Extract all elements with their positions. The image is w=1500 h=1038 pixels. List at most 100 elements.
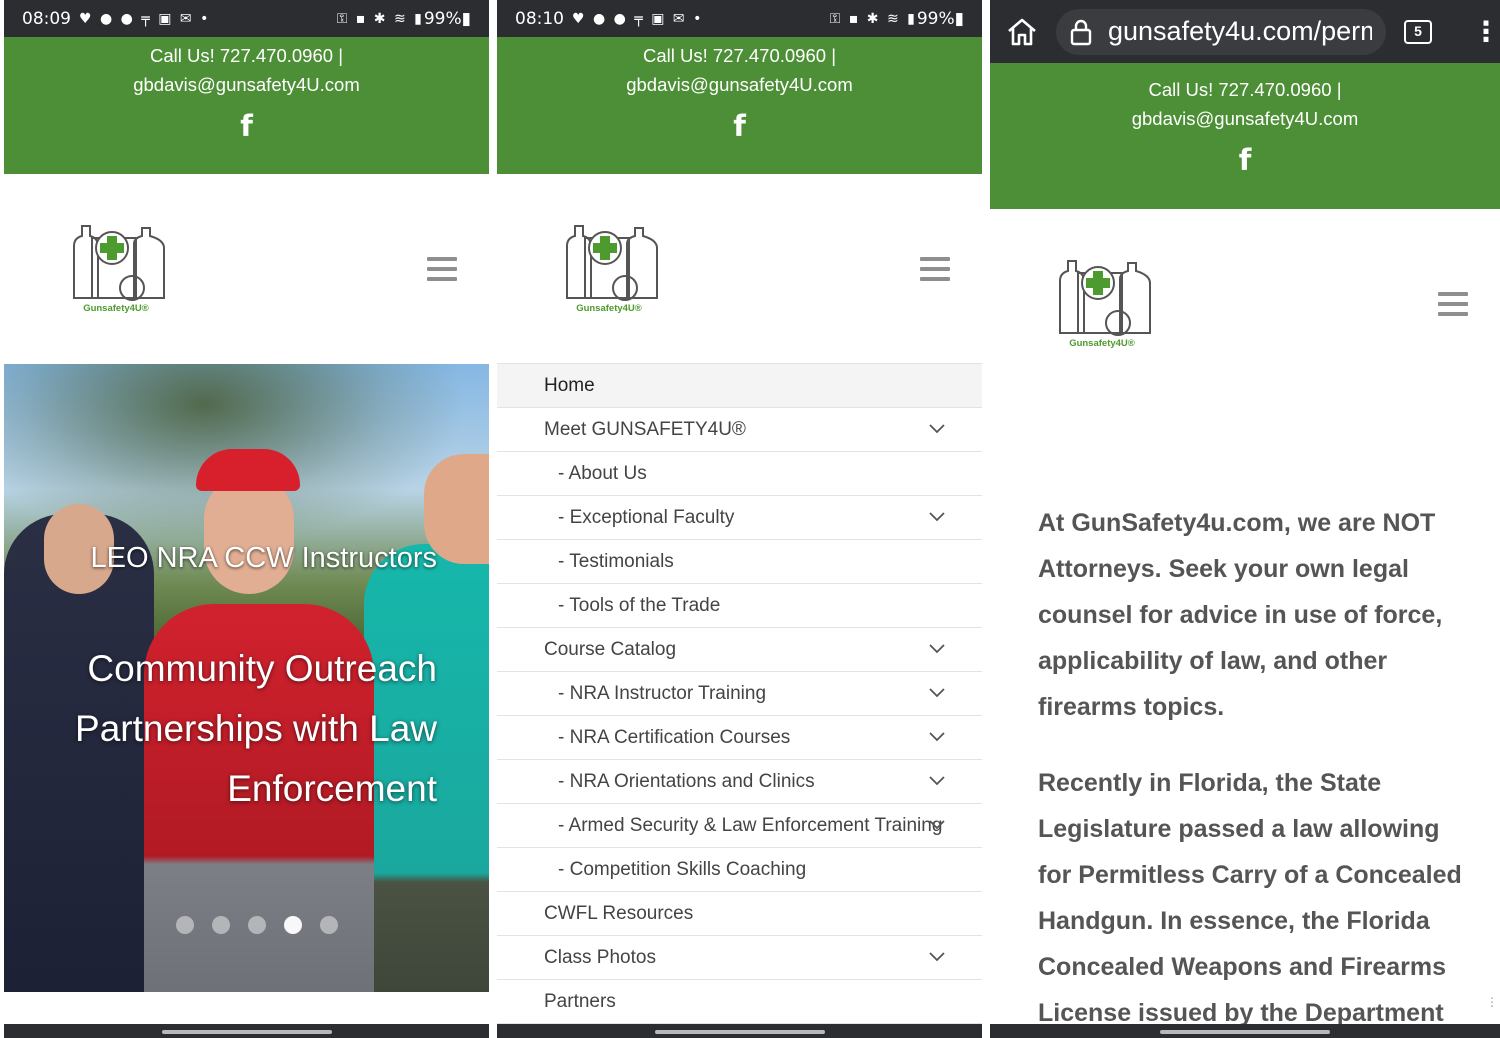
logo-text: Gunsafety4U® — [576, 303, 642, 314]
hamburger-menu-icon[interactable] — [427, 257, 457, 281]
email-link[interactable]: gbdavis@gunsafety4U.com — [990, 104, 1500, 133]
phone-link[interactable]: Call Us! 727.470.0960 | — [4, 41, 489, 70]
menu-item[interactable]: Home — [497, 364, 982, 408]
phone-link[interactable]: Call Us! 727.470.0960 | — [990, 75, 1500, 104]
menu-item-label: - Exceptional Faculty — [558, 507, 735, 528]
menu-item-label: Class Photos — [544, 947, 656, 968]
menu-item[interactable]: - NRA Instructor Training — [497, 672, 982, 716]
email-link[interactable]: gbdavis@gunsafety4U.com — [4, 70, 489, 99]
battery-level: 99%▮ — [423, 8, 471, 29]
more-options-icon[interactable]: ⋮ — [1472, 15, 1500, 48]
system-icons: ⚿ ▪ ✱ ≋ ▮ — [829, 10, 917, 27]
scroll-handle[interactable]: ⋮ — [1486, 995, 1498, 1009]
notification-icons: ♥ ● ● ╤ ▣ ✉ • — [572, 10, 704, 27]
menu-item[interactable]: - Testimonials — [497, 540, 982, 584]
article-paragraph: Recently in Florida, the State Legislatu… — [1038, 769, 1462, 1027]
menu-item-label: - Testimonials — [558, 551, 674, 572]
facebook-icon[interactable]: f — [1239, 146, 1252, 175]
mobile-nav-menu: Home Meet GUNSAFETY4U® - About Us - Excepti… — [497, 363, 982, 1024]
menu-item-label: - NRA Certification Courses — [558, 727, 791, 748]
menu-item-label: - Armed Security & Law Enforcement Train… — [558, 815, 943, 836]
slider-dot[interactable] — [212, 916, 230, 934]
menu-item-label: - Tools of the Trade — [558, 595, 721, 616]
hamburger-menu-icon[interactable] — [1438, 292, 1468, 316]
system-icons: ⚿ ▪ ✱ ≋ ▮ — [336, 10, 424, 27]
logo-text: Gunsafety4U® — [1069, 338, 1135, 349]
menu-item[interactable]: Class Photos — [497, 936, 982, 980]
menu-item[interactable]: - NRA Orientations and Clinics — [497, 760, 982, 804]
logo-mark-icon — [1059, 260, 1151, 336]
facebook-icon[interactable]: f — [733, 112, 746, 141]
hero-title: Community Outreach Partnerships with Law… — [75, 648, 437, 809]
menu-item-label: - NRA Instructor Training — [558, 683, 767, 704]
site-header: Gunsafety4U® — [990, 209, 1500, 399]
hero-slider[interactable]: LEO NRA CCW Instructors Community Outrea… — [4, 364, 489, 992]
battery-level: 99%▮ — [916, 8, 964, 29]
article-paragraph: At GunSafety4u.com, we are NOT Attorneys… — [1038, 509, 1443, 721]
gesture-bar — [497, 1024, 982, 1038]
status-bar: 08:09 ♥ ● ● ╤ ▣ ✉ • ⚿ ▪ ✱ ≋ ▮ 99%▮ — [4, 0, 489, 37]
screenshot-panel-menu: 08:10 ♥ ● ● ╤ ▣ ✉ • ⚿ ▪ ✱ ≋ ▮ 99%▮ Call … — [497, 0, 982, 1038]
chevron-down-icon[interactable] — [928, 950, 946, 962]
notification-icons: ♥ ● ● ╤ ▣ ✉ • — [79, 10, 211, 27]
contact-header: Call Us! 727.470.0960 | gbdavis@gunsafet… — [4, 37, 489, 174]
site-header: Gunsafety4U® — [497, 174, 982, 364]
menu-item[interactable]: - Exceptional Faculty — [497, 496, 982, 540]
lock-icon — [1070, 19, 1092, 45]
menu-item[interactable]: - Tools of the Trade — [497, 584, 982, 628]
article-body: At GunSafety4u.com, we are NOT Attorneys… — [1038, 500, 1468, 1036]
menu-item-label: Partners — [544, 991, 616, 1012]
menu-item[interactable]: CWFL Resources — [497, 892, 982, 936]
status-bar: 08:10 ♥ ● ● ╤ ▣ ✉ • ⚿ ▪ ✱ ≋ ▮ 99%▮ — [497, 0, 982, 37]
menu-item[interactable]: Partners — [497, 980, 982, 1024]
screenshot-panel-article: gunsafety4u.com/perm 5 ⋮ Call Us! 727.47… — [990, 0, 1500, 1038]
chevron-down-icon[interactable] — [928, 422, 946, 434]
address-bar[interactable]: gunsafety4u.com/perm — [1056, 8, 1386, 55]
menu-item-label: - About Us — [558, 463, 647, 484]
url-text: gunsafety4u.com/perm — [1108, 16, 1372, 46]
chevron-down-icon[interactable] — [928, 642, 946, 654]
home-icon[interactable] — [1004, 14, 1040, 50]
gesture-bar — [990, 1024, 1500, 1038]
menu-item[interactable]: Meet GUNSAFETY4U® — [497, 408, 982, 452]
menu-item-label: - Competition Skills Coaching — [558, 859, 807, 880]
menu-item[interactable]: - NRA Certification Courses — [497, 716, 982, 760]
slider-dot[interactable] — [284, 916, 302, 934]
menu-item[interactable]: Course Catalog — [497, 628, 982, 672]
phone-link[interactable]: Call Us! 727.470.0960 | — [497, 41, 982, 70]
email-link[interactable]: gbdavis@gunsafety4U.com — [497, 70, 982, 99]
site-header: Gunsafety4U® — [4, 174, 489, 364]
site-logo[interactable]: Gunsafety4U® — [62, 218, 172, 314]
screenshot-panel-home: 08:09 ♥ ● ● ╤ ▣ ✉ • ⚿ ▪ ✱ ≋ ▮ 99%▮ Call … — [4, 0, 489, 1038]
menu-item[interactable]: - Armed Security & Law Enforcement Train… — [497, 804, 982, 848]
menu-item-label: Meet GUNSAFETY4U® — [544, 419, 746, 440]
chevron-down-icon[interactable] — [928, 774, 946, 786]
chevron-down-icon[interactable] — [928, 686, 946, 698]
site-logo[interactable]: Gunsafety4U® — [555, 218, 665, 314]
menu-item-label: Course Catalog — [544, 639, 677, 660]
hero-subtitle: LEO NRA CCW Instructors — [90, 542, 437, 574]
facebook-icon[interactable]: f — [240, 112, 253, 141]
tab-switcher-button[interactable]: 5 — [1404, 19, 1432, 44]
slider-dot[interactable] — [176, 916, 194, 934]
site-logo[interactable]: Gunsafety4U® — [1048, 253, 1158, 349]
status-time: 08:10 — [515, 8, 564, 29]
gesture-bar — [4, 1024, 489, 1038]
contact-header: Call Us! 727.470.0960 | gbdavis@gunsafet… — [990, 63, 1500, 209]
slider-dot[interactable] — [320, 916, 338, 934]
status-time: 08:09 — [22, 8, 71, 29]
chevron-down-icon[interactable] — [928, 510, 946, 522]
menu-item[interactable]: - About Us — [497, 452, 982, 496]
slider-dots — [176, 916, 338, 934]
menu-item-label: - NRA Orientations and Clinics — [558, 771, 815, 792]
chevron-down-icon[interactable] — [928, 818, 946, 830]
logo-mark-icon — [566, 225, 658, 301]
contact-header: Call Us! 727.470.0960 | gbdavis@gunsafet… — [497, 37, 982, 174]
hamburger-menu-icon[interactable] — [920, 257, 950, 281]
logo-text: Gunsafety4U® — [83, 303, 149, 314]
browser-toolbar: gunsafety4u.com/perm 5 ⋮ — [990, 0, 1500, 63]
menu-item[interactable]: - Competition Skills Coaching — [497, 848, 982, 892]
chevron-down-icon[interactable] — [928, 730, 946, 742]
slider-dot[interactable] — [248, 916, 266, 934]
logo-mark-icon — [73, 225, 165, 301]
